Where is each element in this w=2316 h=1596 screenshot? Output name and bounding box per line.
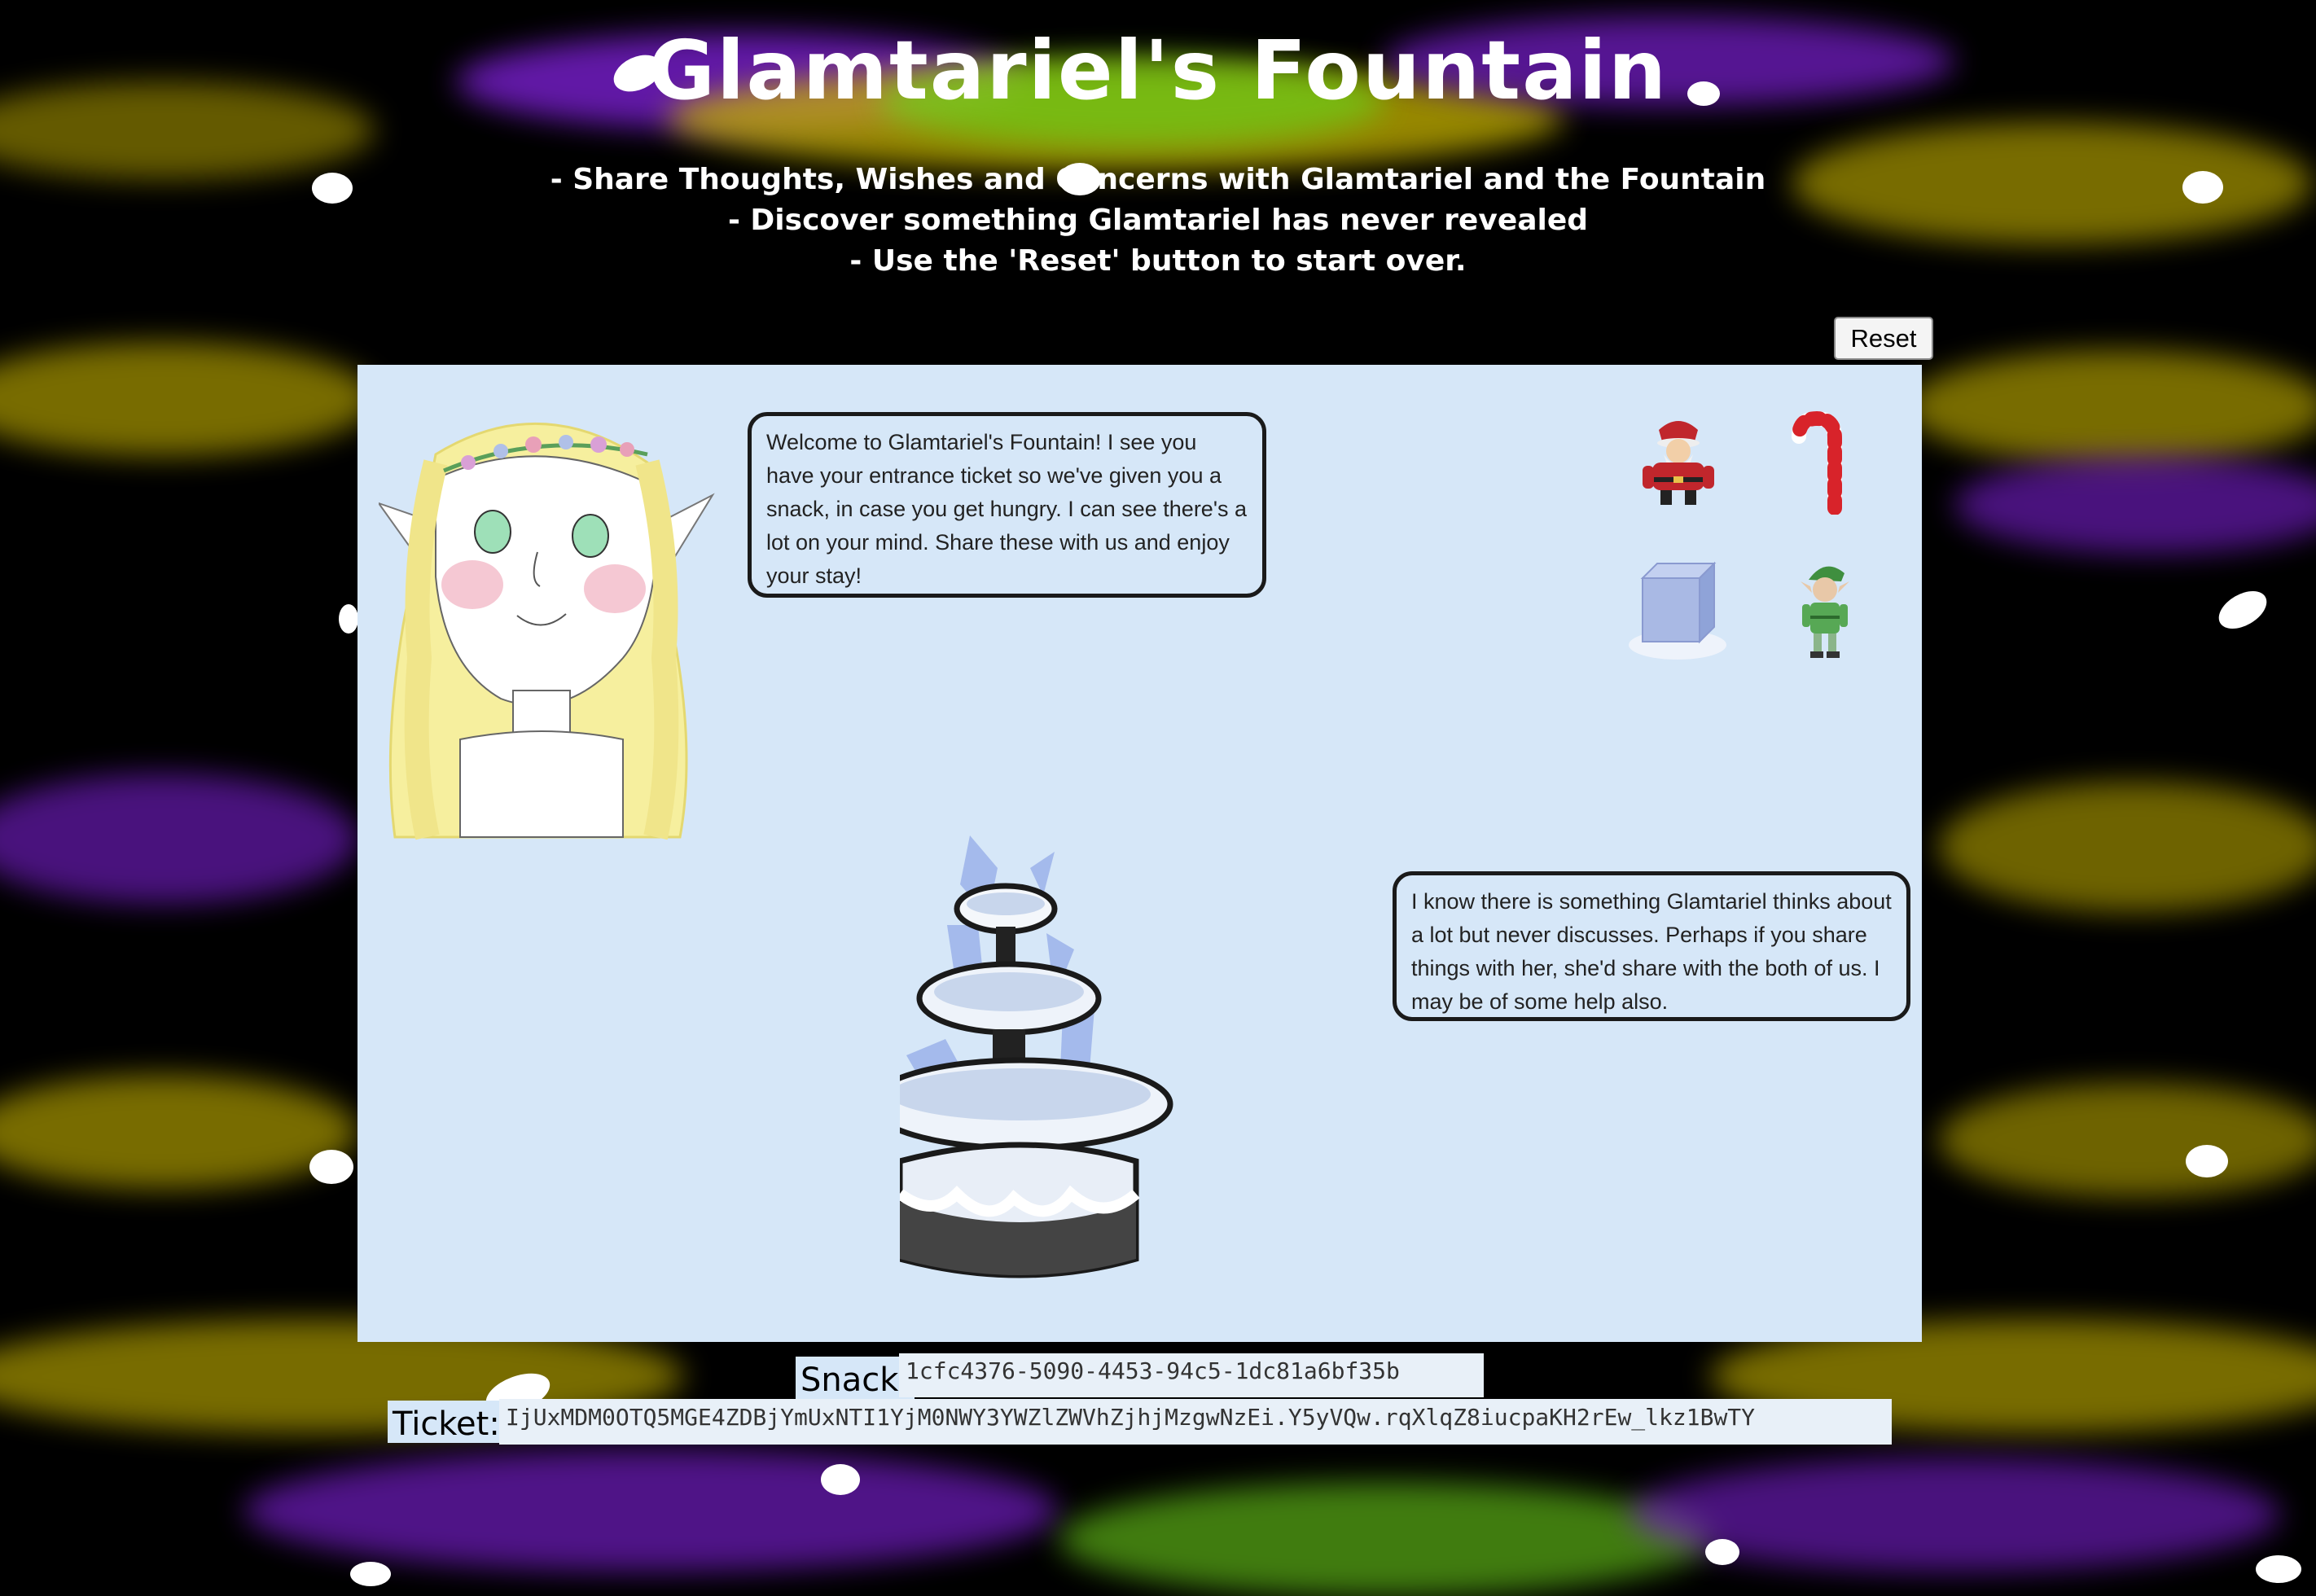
background-streak <box>0 774 358 904</box>
background-streak <box>0 1075 358 1189</box>
snowflake <box>821 1464 860 1495</box>
fountain-speech-bubble: I know there is something Glamtariel thi… <box>1393 871 1910 1021</box>
snowflake <box>1705 1539 1739 1565</box>
instruction-line: - Share Thoughts, Wishes and Concerns wi… <box>550 163 1766 196</box>
glamtariel-speech-bubble: Welcome to Glamtariel's Fountain! I see … <box>748 412 1266 598</box>
snack-field[interactable]: 1cfc4376-5090-4453-94c5-1dc81a6bf35b <box>899 1353 1484 1397</box>
background-streak <box>1954 456 2316 554</box>
background-streak <box>244 1449 1059 1572</box>
ticket-label: Ticket: <box>388 1401 505 1443</box>
reset-button[interactable]: Reset <box>1834 317 1933 360</box>
instructions: - Share Thoughts, Wishes and Concerns wi… <box>0 160 2316 282</box>
background-streak <box>1906 350 2316 464</box>
elf-icon[interactable] <box>1792 557 1858 663</box>
instruction-line: - Discover something Glamtariel has neve… <box>727 204 1589 237</box>
snowflake <box>2256 1555 2301 1583</box>
background-streak <box>1938 1083 2316 1197</box>
snowflake <box>339 604 358 634</box>
candy-cane-icon[interactable] <box>1784 409 1866 515</box>
snowflake <box>309 1150 353 1184</box>
page-title: Glamtariel's Fountain <box>647 23 1669 118</box>
ice-cube-icon[interactable] <box>1625 557 1730 663</box>
background-streak <box>1938 782 2316 912</box>
snowflake <box>2186 1145 2228 1177</box>
santa-icon[interactable] <box>1630 412 1727 510</box>
fountain-stage[interactable]: Welcome to Glamtariel's Fountain! I see … <box>357 365 1922 1342</box>
snowflake <box>2212 583 2274 637</box>
fountain[interactable] <box>900 835 1364 1324</box>
instruction-line: - Use the 'Reset' button to start over. <box>849 244 1467 278</box>
glamtariel-portrait <box>379 422 715 840</box>
snack-label: Snack: <box>796 1357 915 1399</box>
background-streak <box>0 342 375 456</box>
background-streak <box>1059 1482 1710 1596</box>
ticket-field[interactable]: IjUxMDM0OTQ5MGE4ZDBjYmUxNTI1YjM0NWY3YWZl… <box>499 1399 1892 1445</box>
